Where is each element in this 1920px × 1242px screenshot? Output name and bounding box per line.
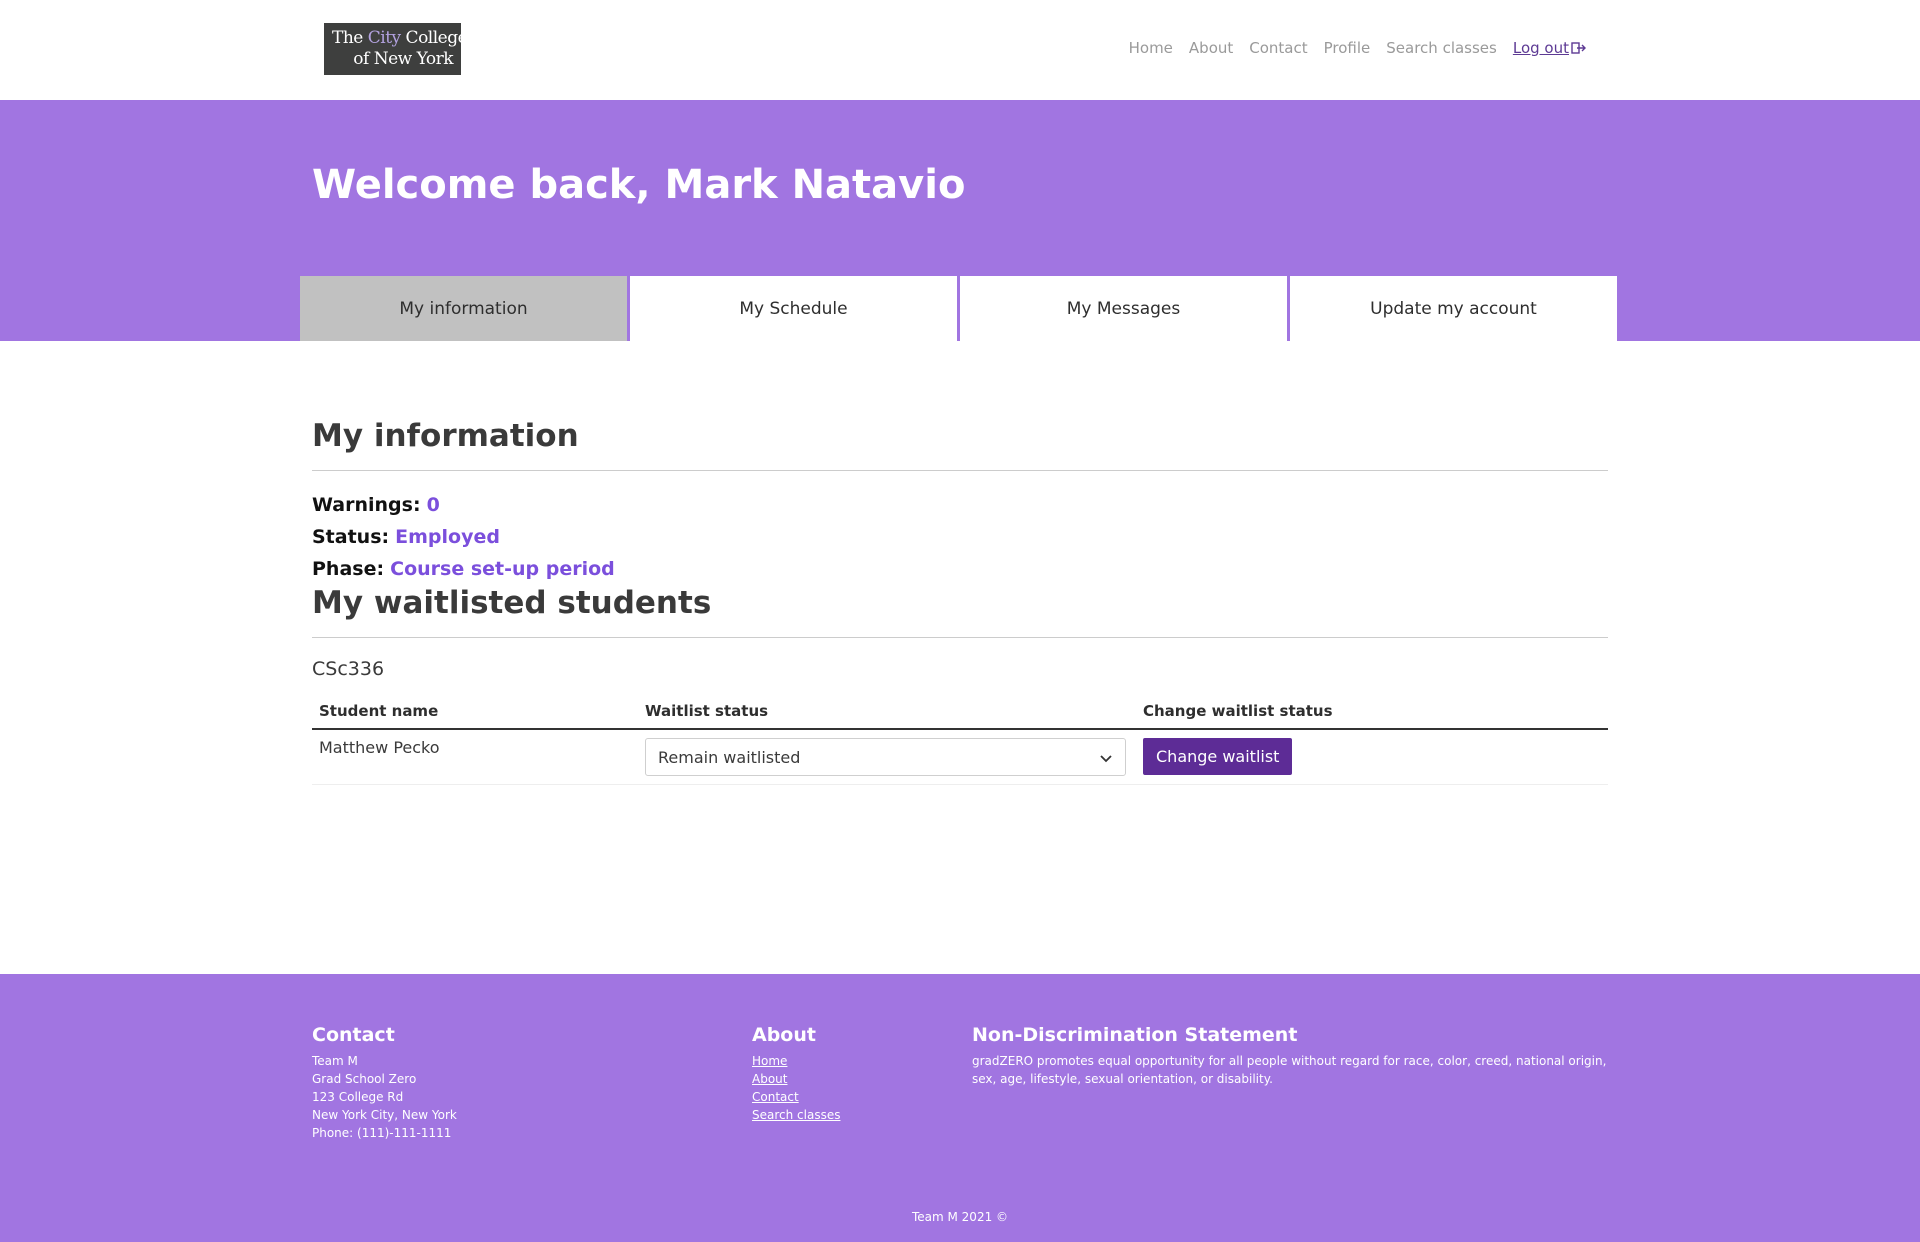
column-waitlist-status: Waitlist status (638, 694, 1136, 730)
status-row: Status: Employed (312, 521, 1608, 553)
waitlist-status-cell: Remain waitlisted (638, 729, 1136, 785)
contact-line: Phone: (111)-111-1111 (312, 1126, 452, 1140)
nav-profile[interactable]: Profile (1324, 39, 1371, 57)
logout-label: Log out (1512, 39, 1569, 57)
footer-link-home[interactable]: Home (752, 1052, 840, 1070)
my-information-title: My information (312, 418, 579, 454)
copyright: Team M 2021 © (911, 1210, 1009, 1224)
waitlist-status-select[interactable]: Remain waitlisted (645, 738, 1126, 776)
nav-contact[interactable]: Contact (1249, 39, 1307, 57)
divider (312, 637, 1608, 638)
nav-search-classes[interactable]: Search classes (1386, 39, 1497, 57)
footer-link-about[interactable]: About (752, 1070, 840, 1088)
phase-label: Phase: (312, 558, 385, 580)
footer-contact-title: Contact (312, 1024, 395, 1046)
footer-contact: Contact Team M Grad School Zero 123 Coll… (312, 1024, 457, 1142)
table-header-row: Student name Waitlist status Change wait… (312, 694, 1608, 730)
tab-my-information[interactable]: My information (300, 276, 627, 341)
tab-my-schedule[interactable]: My Schedule (627, 276, 957, 341)
main-nav: Home About Contact Profile Search classe… (1129, 39, 1587, 57)
warnings-row: Warnings: 0 (312, 489, 1608, 521)
waitlist-table: Student name Waitlist status Change wait… (312, 694, 1608, 785)
contact-line: New York City, New York (312, 1108, 457, 1122)
logo-line-2: of New York (353, 49, 453, 69)
footer-non-discrimination: Non-Discrimination Statement gradZERO pr… (972, 1024, 1612, 1088)
student-name: Matthew Pecko (312, 729, 638, 785)
footer-nds-title: Non-Discrimination Statement (972, 1024, 1298, 1046)
contact-line: Grad School Zero (312, 1072, 417, 1086)
table-row: Matthew Pecko Remain waitlisted Change w… (312, 729, 1608, 785)
column-student-name: Student name (312, 694, 638, 730)
waitlisted-students-title: My waitlisted students (312, 585, 712, 621)
course-code: CSc336 (312, 658, 385, 680)
welcome-heading: Welcome back, Mark Natavio (312, 162, 966, 208)
dashboard-tabs: My information My Schedule My Messages U… (300, 276, 1617, 341)
warnings-label: Warnings: (312, 494, 421, 516)
top-bar: The City College of New York Home About … (0, 0, 1920, 100)
nav-home[interactable]: Home (1129, 39, 1173, 57)
logout-arrow-icon (1571, 42, 1586, 54)
welcome-banner: Welcome back, Mark Natavio My informatio… (0, 100, 1920, 341)
ccny-logo[interactable]: The City College of New York (324, 23, 468, 75)
warnings-value: 0 (426, 494, 440, 516)
change-waitlist-button[interactable]: Change waitlist (1143, 738, 1293, 775)
footer-link-search-classes[interactable]: Search classes (752, 1106, 840, 1124)
contact-line: Team M (312, 1054, 358, 1068)
column-change-waitlist-status: Change waitlist status (1136, 694, 1608, 730)
contact-line: 123 College Rd (312, 1090, 404, 1104)
footer-about-title: About (752, 1024, 816, 1046)
waitlist-status-value: Remain waitlisted (658, 748, 801, 767)
logo-line-1: The City College (332, 28, 468, 48)
status-value: Employed (395, 526, 500, 548)
footer-link-contact[interactable]: Contact (752, 1088, 840, 1106)
chevron-down-icon (1100, 755, 1112, 763)
site-footer: Contact Team M Grad School Zero 123 Coll… (0, 974, 1920, 1242)
nav-about[interactable]: About (1189, 39, 1233, 57)
tab-my-messages[interactable]: My Messages (957, 276, 1287, 341)
info-list: Warnings: 0 Status: Employed Phase: Cour… (312, 489, 1608, 585)
nds-text: gradZERO promotes equal opportunity for … (972, 1054, 1607, 1086)
main-content: My information Warnings: 0 Status: Emplo… (312, 418, 1608, 785)
change-waitlist-cell: Change waitlist (1136, 729, 1608, 785)
footer-about: About Home About Contact Search classes (752, 1024, 840, 1124)
tab-update-my-account[interactable]: Update my account (1287, 276, 1617, 341)
phase-value: Course set-up period (390, 558, 615, 580)
status-label: Status: (312, 526, 390, 548)
divider (312, 470, 1608, 471)
phase-row: Phase: Course set-up period (312, 553, 1608, 585)
logout-link[interactable]: Log out (1513, 39, 1587, 57)
